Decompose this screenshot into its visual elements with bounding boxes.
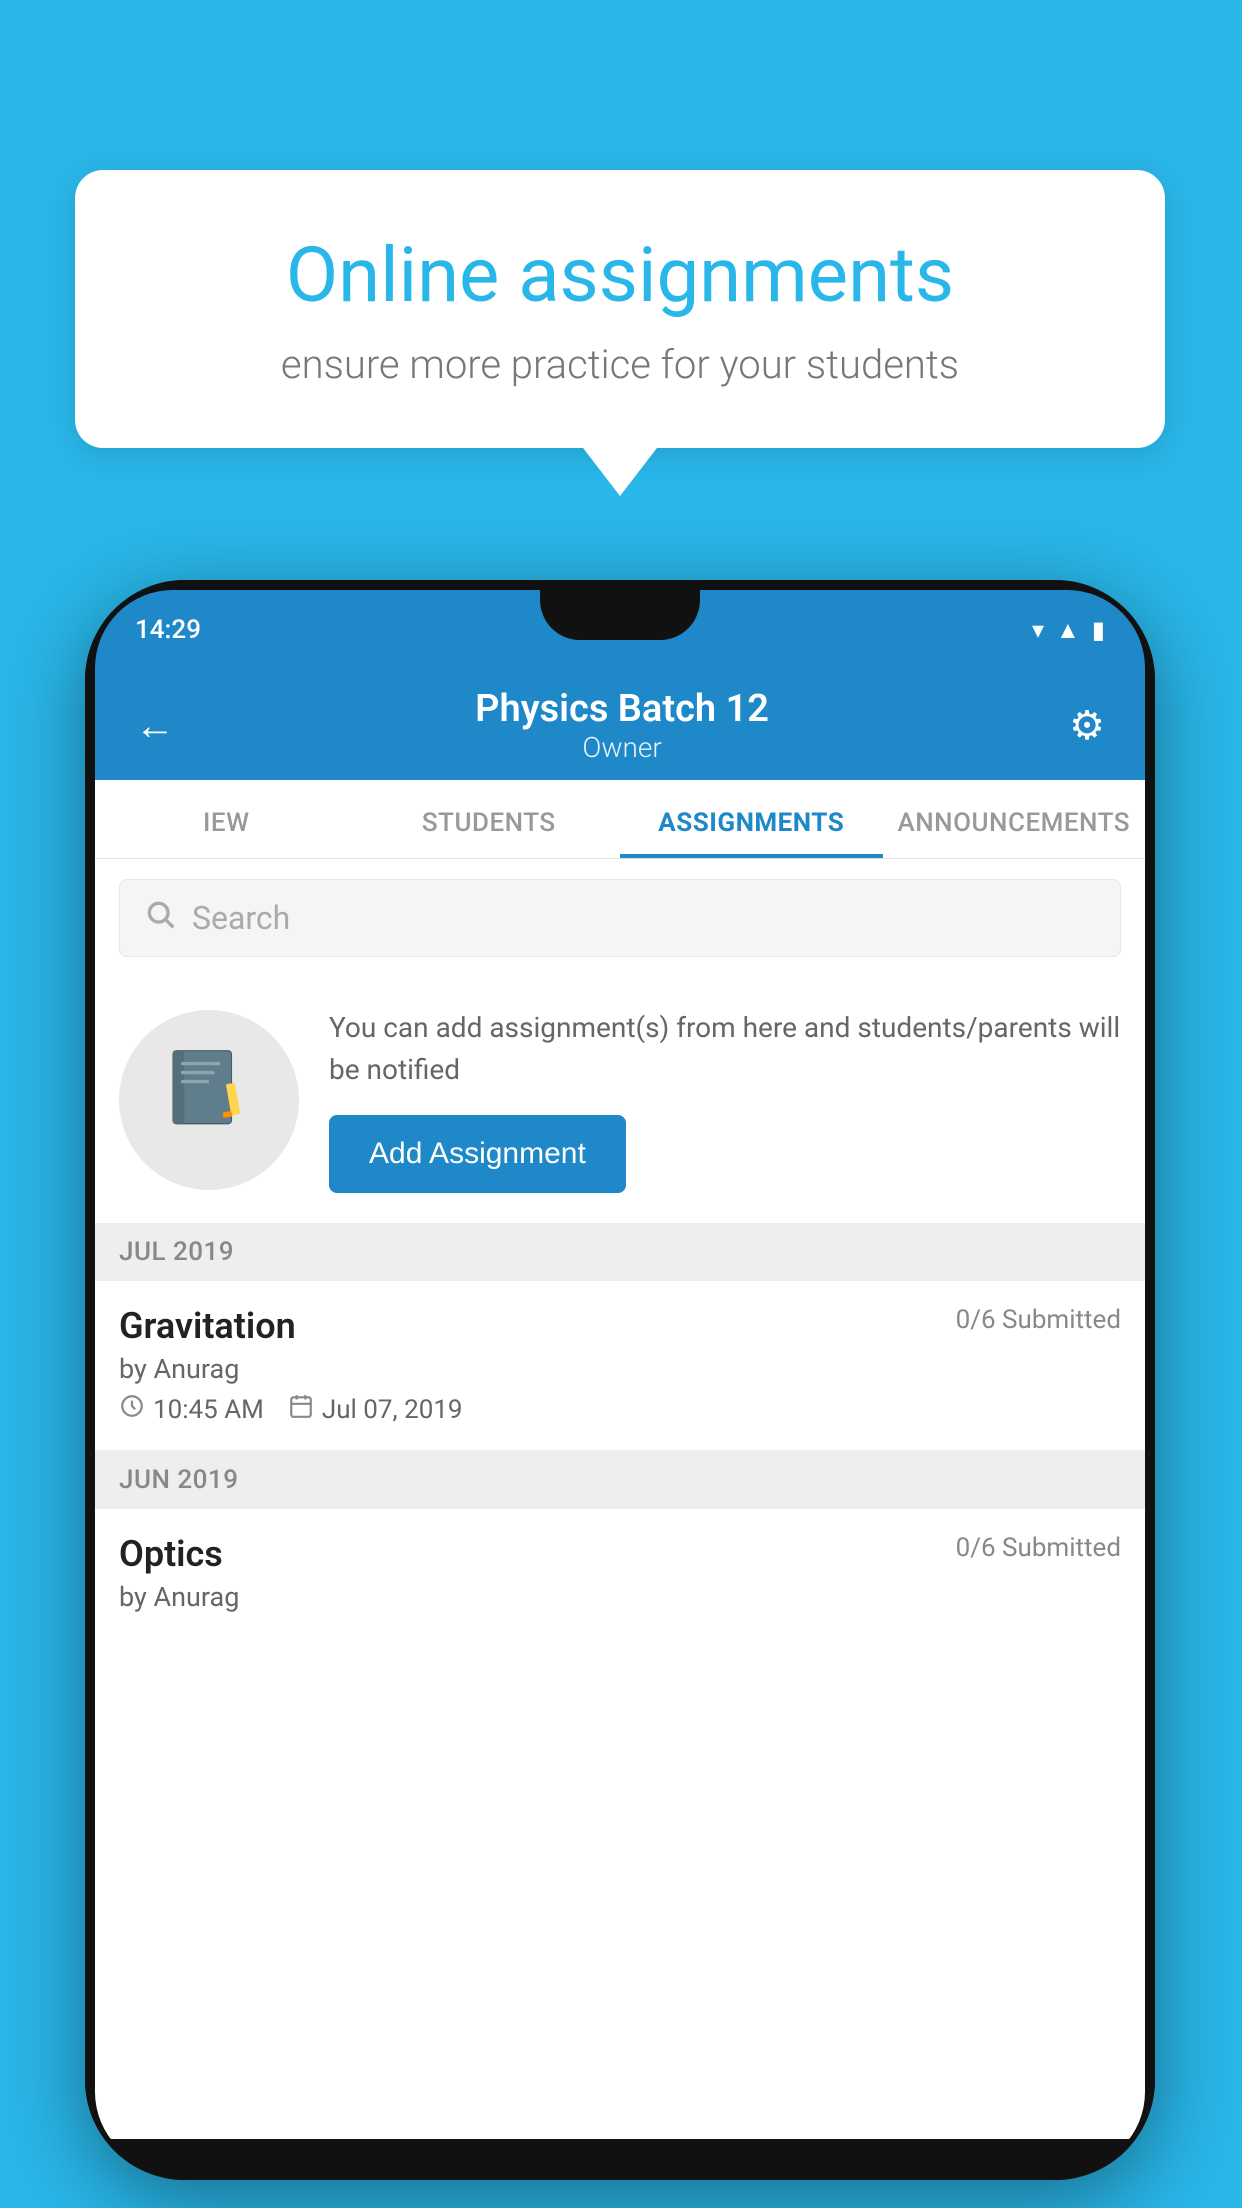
- tab-students[interactable]: STUDENTS: [358, 780, 621, 858]
- gravitation-submitted: 0/6 Submitted: [956, 1305, 1121, 1335]
- gravitation-by: by Anurag: [119, 1353, 1121, 1385]
- app-header: ← Physics Batch 12 Owner ⚙: [95, 670, 1145, 780]
- tab-announcements[interactable]: ANNOUNCEMENTS: [883, 780, 1146, 858]
- gravitation-date: Jul 07, 2019: [288, 1393, 463, 1426]
- add-assignment-button[interactable]: Add Assignment: [329, 1115, 626, 1193]
- clock-icon: [119, 1393, 145, 1426]
- optics-name: Optics: [119, 1533, 223, 1575]
- status-icons: ▾ ▲ ▮: [1032, 616, 1105, 645]
- gravitation-name: Gravitation: [119, 1305, 296, 1347]
- optics-submitted: 0/6 Submitted: [956, 1533, 1121, 1563]
- search-bar[interactable]: Search: [119, 879, 1121, 957]
- phone-content: Search: [95, 859, 1145, 2139]
- phone-frame: 14:29 ▾ ▲ ▮ ← Physics Batch 12 Owner ⚙ I…: [85, 580, 1155, 2180]
- gravitation-meta: 10:45 AM Jul 07, 2019: [119, 1393, 1121, 1426]
- optics-header: Optics 0/6 Submitted: [119, 1533, 1121, 1575]
- speech-bubble-title: Online assignments: [155, 230, 1085, 321]
- add-assignment-section: You can add assignment(s) from here and …: [95, 977, 1145, 1223]
- search-icon: [144, 898, 176, 938]
- section-divider-jul: JUL 2019: [95, 1223, 1145, 1281]
- search-placeholder: Search: [192, 899, 290, 937]
- status-time: 14:29: [135, 615, 201, 645]
- tab-iew[interactable]: IEW: [95, 780, 358, 858]
- add-assignment-description: You can add assignment(s) from here and …: [329, 1007, 1121, 1091]
- header-subtitle: Owner: [475, 731, 769, 764]
- assignment-icon-circle: [119, 1010, 299, 1190]
- status-bar: 14:29 ▾ ▲ ▮: [95, 590, 1145, 670]
- header-center: Physics Batch 12 Owner: [475, 687, 769, 764]
- back-button[interactable]: ←: [135, 702, 175, 749]
- gravitation-time: 10:45 AM: [119, 1393, 264, 1426]
- gravitation-time-value: 10:45 AM: [153, 1395, 264, 1425]
- tab-assignments[interactable]: ASSIGNMENTS: [620, 780, 883, 858]
- tabs-container: IEW STUDENTS ASSIGNMENTS ANNOUNCEMENTS: [95, 780, 1145, 859]
- notch: [540, 590, 700, 640]
- notebook-icon: [164, 1045, 254, 1155]
- header-title: Physics Batch 12: [475, 687, 769, 731]
- gravitation-header: Gravitation 0/6 Submitted: [119, 1305, 1121, 1347]
- signal-icon: ▲: [1056, 616, 1080, 645]
- battery-icon: ▮: [1092, 616, 1105, 644]
- add-assignment-right: You can add assignment(s) from here and …: [329, 1007, 1121, 1193]
- assignment-item-optics[interactable]: Optics 0/6 Submitted by Anurag: [95, 1509, 1145, 1645]
- speech-bubble-subtitle: ensure more practice for your students: [155, 341, 1085, 388]
- wifi-icon: ▾: [1032, 616, 1044, 644]
- assignment-item-gravitation[interactable]: Gravitation 0/6 Submitted by Anurag 10:4…: [95, 1281, 1145, 1451]
- gravitation-date-value: Jul 07, 2019: [322, 1395, 463, 1425]
- section-divider-jun: JUN 2019: [95, 1451, 1145, 1509]
- optics-by: by Anurag: [119, 1581, 1121, 1613]
- calendar-icon: [288, 1393, 314, 1426]
- speech-bubble-card: Online assignments ensure more practice …: [75, 170, 1165, 448]
- settings-button[interactable]: ⚙: [1069, 702, 1105, 749]
